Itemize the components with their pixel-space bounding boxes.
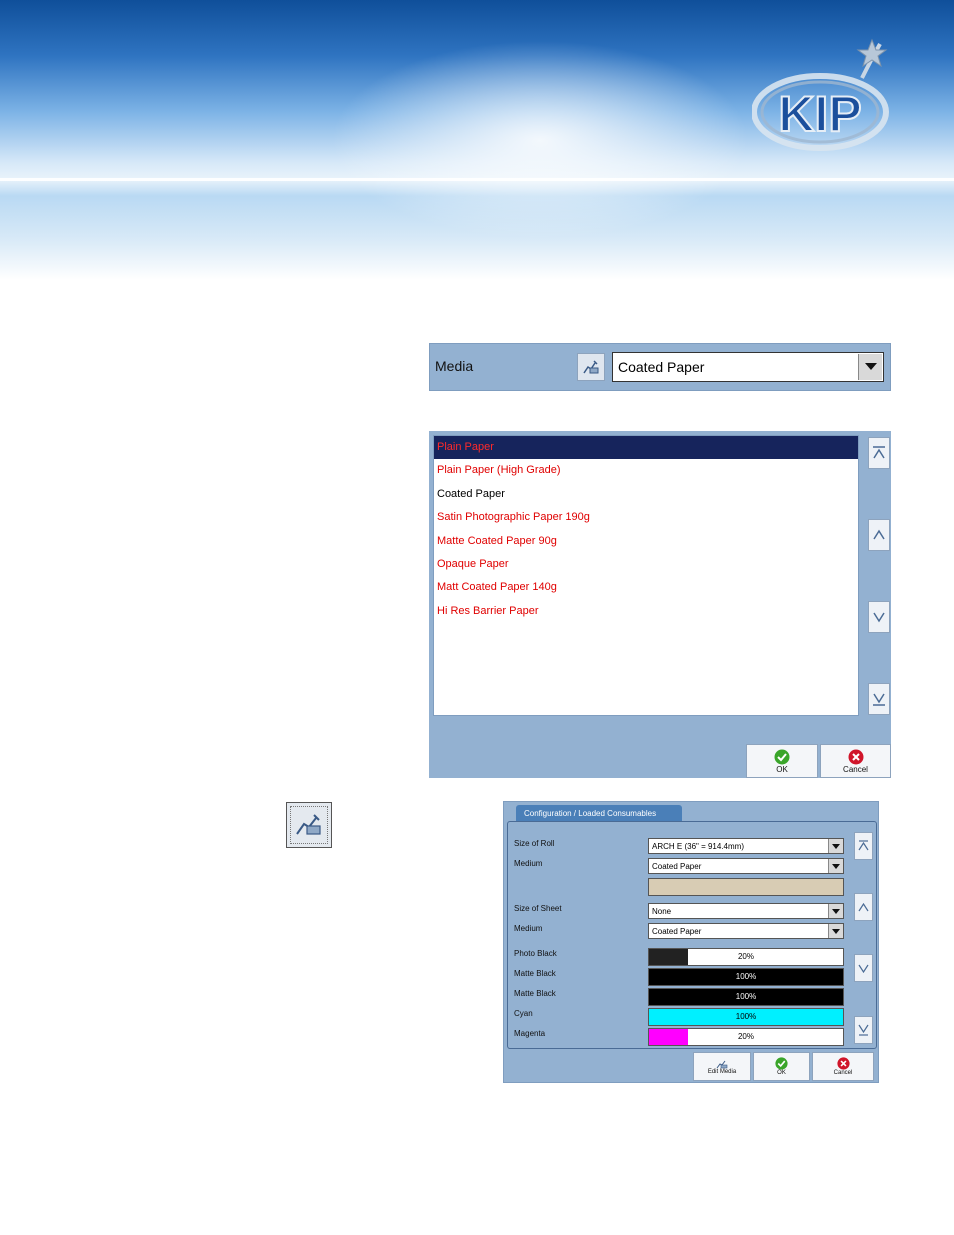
edit-media-icon — [716, 1060, 728, 1068]
banner-divider — [0, 178, 954, 181]
list-item[interactable]: Coated Paper — [434, 483, 858, 506]
cancel-icon — [848, 749, 863, 764]
ok-button[interactable]: OK — [746, 744, 818, 778]
sheet-size-value: None — [652, 907, 672, 916]
list-item[interactable]: Hi Res Barrier Paper — [434, 600, 858, 623]
edit-media-icon — [583, 360, 599, 374]
media-dropdown[interactable]: Coated Paper — [612, 352, 884, 382]
ink-label: Magenta — [514, 1029, 546, 1038]
list-item[interactable]: Matte Coated Paper 90g — [434, 530, 858, 553]
sheet-size-label: Size of Sheet — [514, 904, 562, 913]
chevron-down-icon — [858, 964, 869, 973]
sheet-medium-dropdown[interactable]: Coated Paper — [648, 923, 844, 939]
edit-media-button[interactable] — [577, 353, 605, 381]
ink-level-bar: 100% — [648, 968, 844, 986]
list-item[interactable]: Plain Paper (High Grade) — [434, 459, 858, 482]
media-selector-bar: Media Coated Paper — [429, 343, 891, 391]
edit-media-button[interactable]: Edit Media — [693, 1052, 751, 1081]
ink-level-text: 100% — [735, 972, 757, 981]
roll-medium-label: Medium — [514, 859, 543, 868]
ink-label: Matte Black — [514, 989, 556, 998]
list-item[interactable]: Opaque Paper — [434, 553, 858, 576]
scroll-top-button[interactable] — [854, 832, 873, 860]
cancel-label: Cancel — [833, 1070, 853, 1076]
scroll-bottom-icon — [873, 693, 885, 706]
ink-level-bar: 100% — [648, 988, 844, 1006]
edit-media-icon — [296, 814, 321, 835]
chevron-down-icon — [873, 612, 885, 623]
roll-medium-value: Coated Paper — [652, 862, 702, 871]
ink-level-text: 100% — [735, 992, 757, 1001]
scroll-up-button[interactable] — [854, 893, 873, 921]
ink-level-bar: 100% — [648, 1008, 844, 1026]
scroll-top-button[interactable] — [868, 437, 890, 469]
list-item[interactable]: Matt Coated Paper 140g — [434, 576, 858, 599]
scroll-up-button[interactable] — [868, 519, 890, 551]
list-item[interactable]: Satin Photographic Paper 190g — [434, 506, 858, 529]
roll-media-swatch — [648, 878, 844, 896]
checkmark-icon — [775, 1057, 788, 1070]
ink-level-text: 100% — [735, 1012, 757, 1021]
roll-medium-dropdown[interactable]: Coated Paper — [648, 858, 844, 874]
scroll-bottom-button[interactable] — [854, 1016, 873, 1044]
list-item[interactable]: Plain Paper — [434, 436, 858, 460]
media-dropdown-value: Coated Paper — [618, 359, 705, 375]
cancel-button[interactable]: Cancel — [812, 1052, 874, 1081]
chevron-down-icon[interactable] — [828, 839, 843, 853]
roll-size-dropdown[interactable]: ARCH E (36" = 914.4mm) — [648, 838, 844, 854]
media-list-panel: Plain Paper Plain Paper (High Grade) Coa… — [429, 431, 891, 778]
ink-level-text: 20% — [737, 1032, 754, 1041]
configuration-panel: Configuration / Loaded Consumables Size … — [503, 801, 879, 1083]
chevron-down-icon[interactable] — [828, 924, 843, 938]
scroll-bottom-icon — [858, 1024, 869, 1036]
roll-size-value: ARCH E (36" = 914.4mm) — [652, 842, 744, 851]
ink-level-text: 20% — [737, 952, 754, 961]
sheet-size-dropdown[interactable]: None — [648, 903, 844, 919]
scroll-down-button[interactable] — [854, 954, 873, 982]
logo-text: KIP — [778, 86, 861, 142]
chevron-down-icon[interactable] — [828, 859, 843, 873]
media-list: Plain Paper Plain Paper (High Grade) Coa… — [433, 435, 859, 716]
ink-label: Cyan — [514, 1009, 533, 1018]
banner-glow — [330, 40, 750, 240]
edit-media-button-large[interactable] — [286, 802, 332, 848]
cancel-label: Cancel — [843, 764, 868, 774]
cancel-icon — [836, 1057, 850, 1070]
ok-label: OK — [777, 1070, 786, 1076]
ink-level-bar: 20% — [648, 1028, 844, 1046]
chevron-up-icon — [873, 529, 885, 540]
sheet-medium-value: Coated Paper — [652, 927, 702, 936]
tab-configuration[interactable]: Configuration / Loaded Consumables — [516, 805, 682, 822]
scroll-down-button[interactable] — [868, 601, 890, 633]
ink-label: Photo Black — [514, 949, 557, 958]
scroll-top-icon — [858, 840, 869, 851]
kip-logo: KIP — [752, 38, 889, 151]
ink-label: Matte Black — [514, 969, 556, 978]
chevron-down-icon[interactable] — [828, 904, 843, 918]
header-banner: KIP — [0, 0, 954, 280]
scroll-top-icon — [873, 446, 885, 459]
chevron-down-icon[interactable] — [858, 354, 882, 380]
chevron-up-icon — [858, 902, 869, 911]
ok-button[interactable]: OK — [753, 1052, 810, 1081]
scroll-bottom-button[interactable] — [868, 683, 890, 715]
edit-media-label: Edit Media — [707, 1068, 737, 1075]
ink-level-bar: 20% — [648, 948, 844, 966]
roll-size-label: Size of Roll — [514, 839, 555, 848]
checkmark-icon — [774, 749, 790, 764]
ok-label: OK — [776, 764, 788, 774]
media-label: Media — [435, 358, 474, 374]
cancel-button[interactable]: Cancel — [820, 744, 891, 778]
sheet-medium-label: Medium — [514, 924, 543, 933]
